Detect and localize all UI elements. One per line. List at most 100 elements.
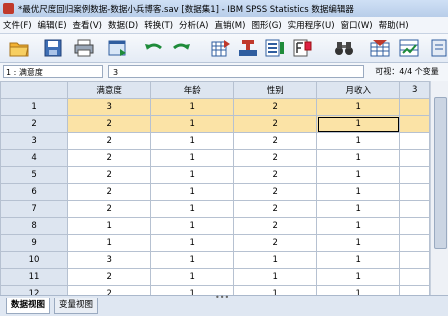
row-number[interactable]: 8 <box>0 217 69 235</box>
data-cell[interactable]: 1 <box>150 115 235 133</box>
data-cell[interactable]: 1 <box>150 234 235 252</box>
horizontal-scroll-grip[interactable]: ••• <box>215 294 235 302</box>
menu-window[interactable]: 窗口(W) <box>338 19 376 31</box>
row-number[interactable]: 5 <box>0 166 69 184</box>
split-file-icon[interactable] <box>398 37 420 59</box>
data-cell[interactable]: 2 <box>67 285 152 295</box>
data-cell[interactable]: 1 <box>150 217 235 235</box>
row-number[interactable]: 12 <box>0 285 69 295</box>
insert-cases-icon[interactable] <box>369 37 391 59</box>
cell-value-field[interactable]: 3 <box>108 65 364 78</box>
empty-cell[interactable] <box>399 115 430 133</box>
data-cell[interactable]: 2 <box>233 183 318 201</box>
data-cell[interactable]: 2 <box>233 115 318 133</box>
row-number[interactable]: 6 <box>0 183 69 201</box>
binoculars-icon[interactable] <box>333 37 355 59</box>
empty-cell[interactable] <box>399 251 430 269</box>
data-cell[interactable]: 1 <box>150 268 235 286</box>
empty-cell[interactable] <box>399 183 430 201</box>
data-cell[interactable]: 2 <box>233 132 318 150</box>
row-number[interactable]: 3 <box>0 132 69 150</box>
menu-transform[interactable]: 转换(T) <box>141 19 176 31</box>
row-number[interactable]: 2 <box>0 115 69 133</box>
data-cell[interactable]: 1 <box>316 285 401 295</box>
menu-direct-marketing[interactable]: 直销(M) <box>211 19 248 31</box>
data-cell[interactable]: 2 <box>67 149 152 167</box>
data-cell[interactable]: 1 <box>67 234 152 252</box>
data-cell[interactable]: 2 <box>233 166 318 184</box>
data-cell[interactable]: 1 <box>67 217 152 235</box>
data-cell[interactable]: 1 <box>316 132 401 150</box>
cell-reference-field[interactable]: 1 : 满意度 <box>3 65 103 78</box>
menu-edit[interactable]: 编辑(E) <box>35 19 70 31</box>
menu-analyze[interactable]: 分析(A) <box>176 19 211 31</box>
menu-data[interactable]: 数据(D) <box>105 19 141 31</box>
data-cell[interactable]: 1 <box>316 115 401 133</box>
data-cell[interactable]: 1 <box>150 183 235 201</box>
empty-cell[interactable] <box>399 166 430 184</box>
open-folder-icon[interactable] <box>8 37 30 59</box>
save-icon[interactable] <box>42 37 64 59</box>
data-cell[interactable]: 1 <box>316 234 401 252</box>
data-cell[interactable]: 1 <box>233 251 318 269</box>
empty-cell[interactable] <box>399 234 430 252</box>
undo-icon[interactable] <box>143 37 165 59</box>
vertical-scroll-thumb[interactable] <box>434 97 447 249</box>
data-cell[interactable]: 1 <box>316 268 401 286</box>
empty-cell[interactable] <box>399 98 430 116</box>
find-icon[interactable] <box>292 37 314 59</box>
column-header-gender[interactable]: 性别 <box>233 81 318 99</box>
data-cell[interactable]: 3 <box>67 98 152 116</box>
variables-icon[interactable] <box>264 37 286 59</box>
data-cell[interactable]: 1 <box>316 166 401 184</box>
data-cell[interactable]: 1 <box>150 149 235 167</box>
data-cell[interactable]: 1 <box>150 166 235 184</box>
data-cell[interactable]: 2 <box>67 132 152 150</box>
data-cell[interactable]: 1 <box>316 149 401 167</box>
goto-case-icon[interactable] <box>210 37 232 59</box>
column-header-age[interactable]: 年龄 <box>150 81 235 99</box>
data-cell[interactable]: 1 <box>150 132 235 150</box>
empty-cell[interactable] <box>399 285 430 295</box>
data-cell[interactable]: 3 <box>67 251 152 269</box>
grid-corner[interactable] <box>0 81 69 99</box>
data-cell[interactable]: 2 <box>233 200 318 218</box>
tab-variable-view[interactable]: 变量视图 <box>54 298 99 314</box>
column-header-monthly-income[interactable]: 月收入 <box>316 81 401 99</box>
data-cell[interactable]: 1 <box>316 183 401 201</box>
data-cell[interactable]: 1 <box>316 98 401 116</box>
empty-cell[interactable] <box>399 200 430 218</box>
menu-view[interactable]: 查看(V) <box>70 19 105 31</box>
menu-help[interactable]: 帮助(H) <box>376 19 412 31</box>
row-number[interactable]: 4 <box>0 149 69 167</box>
data-cell[interactable]: 2 <box>67 268 152 286</box>
empty-cell[interactable] <box>399 268 430 286</box>
row-number[interactable]: 1 <box>0 98 69 116</box>
data-cell[interactable]: 2 <box>67 166 152 184</box>
data-cell[interactable]: 1 <box>316 251 401 269</box>
redo-icon[interactable] <box>170 37 192 59</box>
data-cell[interactable]: 2 <box>67 200 152 218</box>
print-icon[interactable] <box>73 37 95 59</box>
row-number[interactable]: 9 <box>0 234 69 252</box>
row-number[interactable]: 11 <box>0 268 69 286</box>
data-cell[interactable]: 2 <box>233 217 318 235</box>
menu-utilities[interactable]: 实用程序(U) <box>285 19 338 31</box>
data-cell[interactable]: 1 <box>316 217 401 235</box>
column-header-partial[interactable]: 3 <box>399 81 430 99</box>
vertical-scrollbar[interactable] <box>430 81 448 295</box>
row-number[interactable]: 7 <box>0 200 69 218</box>
data-cell[interactable]: 2 <box>233 98 318 116</box>
dialog-recall-icon[interactable] <box>107 37 129 59</box>
data-cell[interactable]: 1 <box>233 285 318 295</box>
menu-file[interactable]: 文件(F) <box>0 19 35 31</box>
more-tools-icon[interactable] <box>428 37 448 59</box>
menu-graphs[interactable]: 图形(G) <box>248 19 284 31</box>
data-cell[interactable]: 1 <box>233 268 318 286</box>
data-cell[interactable]: 2 <box>233 234 318 252</box>
data-cell[interactable]: 1 <box>316 200 401 218</box>
data-cell[interactable]: 1 <box>150 251 235 269</box>
column-header-satisfaction[interactable]: 满意度 <box>67 81 152 99</box>
empty-cell[interactable] <box>399 132 430 150</box>
empty-cell[interactable] <box>399 217 430 235</box>
